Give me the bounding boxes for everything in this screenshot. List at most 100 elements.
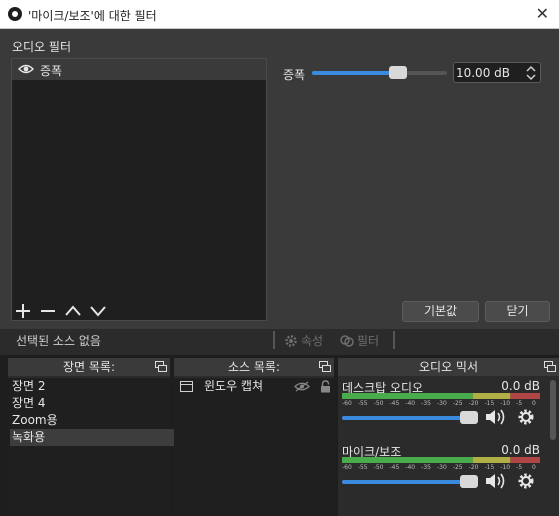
filter-item-label: 증폭	[40, 64, 63, 78]
meter-tick-label: -5	[516, 400, 523, 407]
volume-slider[interactable]	[342, 411, 478, 424]
filter-list[interactable]: 증폭	[11, 58, 267, 321]
meter-tick-label: -35	[421, 464, 431, 471]
volume-fill	[342, 416, 469, 420]
meter-tick-label: -10	[500, 464, 511, 471]
meter-tick-label: -50	[373, 464, 384, 471]
list-item[interactable]: Zoom용	[10, 412, 176, 429]
meter-tick-label: -5	[516, 464, 523, 471]
sources-panel: 소스 목록: 윈도우 캡쳐	[174, 358, 334, 516]
meter-tick-label: -25	[452, 400, 463, 407]
chevron-down-icon[interactable]	[523, 73, 539, 82]
audio-filters-label: 오디오 필터	[12, 40, 72, 54]
meter-tick-label: -60	[342, 400, 352, 407]
properties-button[interactable]: 속성	[284, 332, 323, 349]
audio-mixer-header: 오디오 믹서	[338, 358, 559, 376]
meter-ticks: -60 -55 -50 -45 -40 -35 -30 -25 -20 -15 -10 -5 0	[342, 464, 540, 472]
spin-arrows[interactable]	[523, 64, 539, 82]
remove-filter-icon[interactable]	[37, 301, 59, 321]
meter-tick-label: -40	[405, 400, 416, 407]
window-capture-icon	[180, 381, 193, 392]
meter-segment	[472, 393, 511, 399]
audio-mixer-panel: 오디오 믹서 데스크탑 오디오 0.0 dB -60 -55 -50 -45 -40 -3…	[338, 358, 559, 516]
move-down-icon[interactable]	[87, 301, 109, 321]
sources-title: 소스 목록:	[227, 360, 281, 374]
meter-tick-label: -35	[421, 400, 431, 407]
scenes-panel-header: 장면 목록:	[8, 358, 170, 376]
gain-spinbox[interactable]: 10.00 dB	[453, 62, 541, 83]
meter-ticks: -60 -55 -50 -45 -40 -35 -30 -25 -20 -15 -10 -5 0	[342, 400, 540, 408]
scenes-list[interactable]: 장면 2 장면 4 Zoom용 녹화용	[8, 378, 176, 516]
eye-icon[interactable]	[18, 63, 34, 75]
meter-tick-label: -25	[452, 464, 463, 471]
list-item[interactable]: 장면 4	[10, 395, 176, 412]
speaker-icon[interactable]	[484, 408, 508, 426]
mixer-scrollbar[interactable]	[549, 378, 557, 516]
move-up-icon[interactable]	[62, 301, 84, 321]
obs-logo-icon	[8, 7, 22, 21]
meter-tick-label: -10	[500, 400, 511, 407]
gear-icon	[285, 335, 297, 347]
audio-mixer-title: 오디오 믹서	[418, 360, 478, 374]
audio-mixer-body: 데스크탑 오디오 0.0 dB -60 -55 -50 -45 -40 -35 -30 -25…	[338, 378, 559, 516]
filter-item-gain[interactable]: 증폭	[12, 59, 266, 80]
add-filter-icon[interactable]	[12, 301, 34, 321]
list-item[interactable]: 장면 2	[10, 378, 176, 395]
source-name: 윈도우 캡쳐	[204, 379, 264, 393]
hidden-eye-icon[interactable]	[294, 381, 310, 392]
filters-dialog: 오디오 필터 증폭 증폭 10.00 dB 기본값 닫기	[0, 29, 559, 329]
meter-tick-label: -15	[484, 400, 495, 407]
meter-segment	[472, 457, 511, 463]
defaults-button[interactable]: 기본값	[402, 301, 479, 322]
context-bar: 선택된 소스 없음 속성 필터	[0, 329, 559, 355]
meter-tick-label: 0	[532, 400, 536, 407]
meter-segment	[342, 457, 473, 463]
float-dock-icon[interactable]	[155, 361, 167, 372]
gain-slider-fill	[312, 71, 399, 75]
float-dock-icon[interactable]	[544, 361, 556, 372]
gain-slider-handle[interactable]	[389, 66, 408, 79]
mixer-channel-desktop: 데스크탑 오디오 0.0 dB -60 -55 -50 -45 -40 -35 -30 -25…	[342, 379, 540, 439]
meter-segment	[510, 457, 540, 463]
source-item[interactable]: 윈도우 캡쳐	[176, 378, 336, 395]
list-item[interactable]: 녹화용	[10, 429, 176, 446]
meter-tick-label: -20	[468, 400, 479, 407]
float-dock-icon[interactable]	[319, 361, 331, 372]
volume-meter	[342, 393, 540, 399]
gear-icon[interactable]	[517, 472, 535, 490]
volume-slider[interactable]	[342, 475, 478, 488]
no-source-selected-label: 선택된 소스 없음	[16, 334, 101, 348]
gain-slider[interactable]	[312, 66, 447, 79]
filters-label: 필터	[357, 334, 380, 348]
scenes-title: 장면 목록:	[62, 360, 116, 374]
title-bar: '마이크/보조'에 대한 필터 ✕	[0, 0, 559, 29]
meter-tick-label: -40	[405, 464, 416, 471]
gear-icon[interactable]	[517, 408, 535, 426]
volume-handle[interactable]	[460, 475, 478, 488]
speaker-icon[interactable]	[484, 472, 508, 490]
close-button[interactable]: 닫기	[485, 301, 550, 322]
chevron-up-icon[interactable]	[523, 64, 539, 73]
volume-handle[interactable]	[460, 411, 478, 424]
window-title: '마이크/보조'에 대한 필터	[28, 9, 157, 23]
gain-label: 증폭	[283, 68, 306, 82]
sources-list[interactable]: 윈도우 캡쳐	[174, 378, 334, 516]
meter-tick-label: -50	[373, 400, 384, 407]
meter-segment	[510, 393, 540, 399]
meter-tick-label: -55	[357, 464, 368, 471]
channel-db: 0.0 dB	[501, 379, 540, 393]
divider	[273, 331, 275, 349]
close-icon[interactable]: ✕	[536, 4, 549, 23]
sources-panel-header: 소스 목록:	[174, 358, 334, 376]
properties-label: 속성	[301, 334, 324, 348]
filters-button[interactable]: 필터	[340, 332, 379, 349]
meter-segment	[342, 393, 473, 399]
meter-tick-label: -30	[437, 400, 447, 407]
meter-tick-label: -45	[389, 464, 400, 471]
meter-tick-label: -45	[389, 400, 400, 407]
lock-icon[interactable]	[320, 380, 331, 393]
divider	[393, 331, 395, 349]
volume-meter	[342, 457, 540, 463]
gain-value: 10.00 dB	[455, 66, 510, 80]
filter-icon	[340, 335, 354, 347]
